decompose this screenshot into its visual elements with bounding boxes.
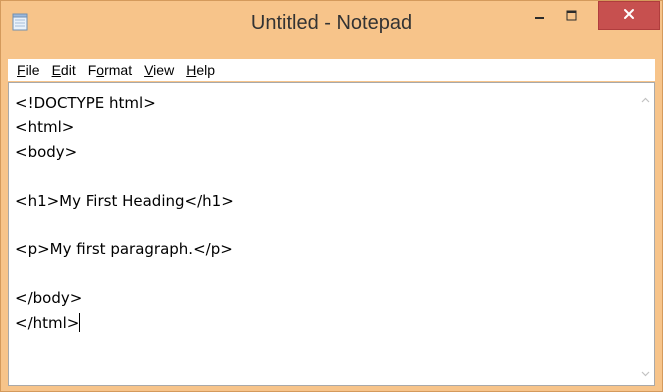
editor-line: <p>My first paragraph.</p>	[15, 240, 233, 259]
menu-view[interactable]: View	[138, 60, 180, 80]
close-button[interactable]	[598, 1, 660, 30]
menu-format[interactable]: Format	[82, 60, 138, 80]
editor-content[interactable]: <!DOCTYPE html> <html> <body> <h1>My First…	[15, 91, 625, 335]
menu-file[interactable]: File	[11, 60, 46, 80]
editor-line: </html>	[15, 313, 80, 332]
title-bar[interactable]: Untitled - Notepad	[1, 1, 662, 57]
editor-line: <h1>My First Heading</h1>	[15, 191, 234, 210]
editor-line: <html>	[15, 118, 75, 137]
minimize-icon	[535, 8, 545, 26]
text-caret	[79, 312, 81, 332]
editor-line: <body>	[15, 142, 78, 161]
notepad-window: Untitled - Notepad File Edit Format View…	[0, 0, 663, 392]
menu-edit[interactable]: Edit	[46, 60, 82, 80]
editor-line: </body>	[15, 289, 83, 308]
maximize-icon	[566, 8, 577, 26]
menu-bar: File Edit Format View Help	[8, 59, 655, 81]
close-icon	[623, 7, 635, 25]
menu-help[interactable]: Help	[180, 60, 221, 80]
vertical-scrollbar[interactable]	[637, 83, 654, 385]
maximize-button[interactable]	[556, 2, 586, 32]
editor-line: <!DOCTYPE html>	[15, 94, 156, 112]
text-editor[interactable]: <!DOCTYPE html> <html> <body> <h1>My First…	[8, 82, 655, 386]
chevron-down-icon[interactable]	[640, 366, 651, 377]
chevron-up-icon[interactable]	[640, 93, 651, 104]
editor-line-last: </html>	[15, 311, 625, 335]
minimize-button[interactable]	[525, 2, 555, 32]
